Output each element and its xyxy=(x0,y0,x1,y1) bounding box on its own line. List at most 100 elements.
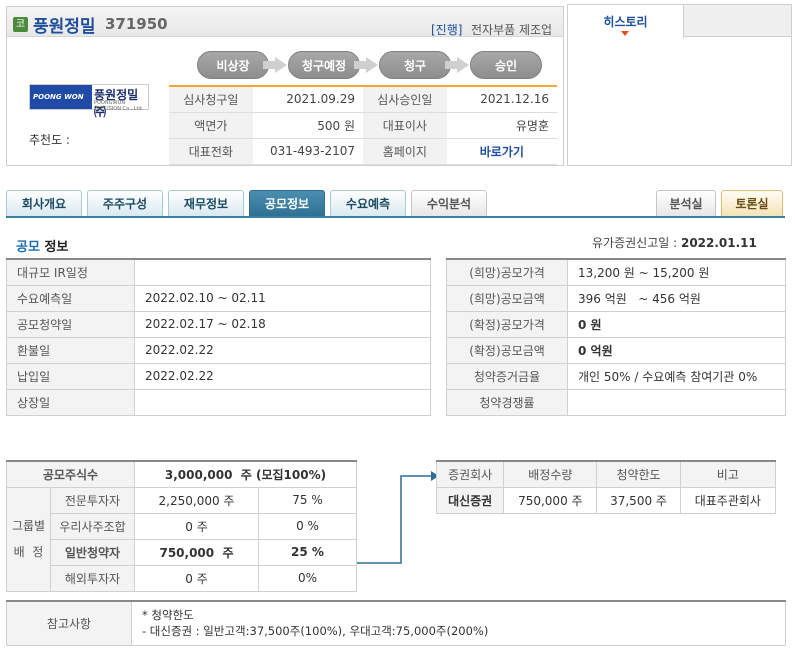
ipo-schedule-table: 대규모 IR일정 수요예측일 2022.02.10 ~ 02.11 공모청약일 20… xyxy=(6,258,431,416)
table-row: 해외투자자 0 주 0% xyxy=(7,564,357,592)
allocated-pct: 0% xyxy=(258,564,357,592)
section-title-rest: 정보 xyxy=(39,240,69,255)
info-row: 대표전화 031-493-2107 홈페이지 바로가기 xyxy=(169,138,557,165)
step-arrow-icon xyxy=(263,57,287,73)
step-arrow-icon xyxy=(354,57,378,73)
schedule-label: 납입일 xyxy=(6,362,135,390)
table-row: 납입일 2022.02.22 xyxy=(6,362,431,390)
filing-date-label: 유가증권신고일 : xyxy=(592,236,678,250)
investor-type: 일반청약자 xyxy=(50,538,135,566)
group-label-line2: 배 정 xyxy=(13,545,44,559)
filing-date: 2022.01.11 xyxy=(680,236,757,250)
column-header: 비고 xyxy=(679,460,777,488)
section-title-highlight: 공모 xyxy=(16,240,40,255)
info-row: 액면가 500 원 대표이사 유명훈 xyxy=(169,112,557,139)
pricing-label: (희망)공모가격 xyxy=(446,258,568,286)
ipo-pricing-table: (희망)공모가격 13,200 원 ~ 15,200 원 (희망)공모금액 396 … xyxy=(446,258,786,416)
review-request-date: 2021.09.29 xyxy=(252,85,363,113)
tab-divider xyxy=(6,216,785,218)
tab-return-analysis[interactable]: 수익분석 xyxy=(411,190,487,217)
allocated-shares: 0 주 xyxy=(134,564,259,592)
par-value: 500 원 xyxy=(252,112,363,139)
homepage-link[interactable]: 바로가기 xyxy=(480,145,524,159)
schedule-label: 대규모 IR일정 xyxy=(6,258,135,286)
tab-analysis-room[interactable]: 분석실 xyxy=(656,190,716,217)
schedule-label: 수요예측일 xyxy=(6,284,135,312)
table-row: 청약경쟁률 xyxy=(446,388,786,416)
filing-date-line: 유가증권신고일 : 2022.01.11 xyxy=(592,234,757,251)
pricing-value: 13,200 원 ~ 15,200 원 xyxy=(567,258,786,286)
pricing-value xyxy=(567,388,786,416)
total-shares-label: 공모주식수 xyxy=(6,460,135,488)
recommend-label: 추천도 : xyxy=(29,133,70,147)
history-panel: 히스토리 xyxy=(567,4,792,166)
step-unlisted: 비상장 xyxy=(197,51,269,79)
table-row: (확정)공모가격 0 원 xyxy=(446,310,786,338)
pricing-value: 396 억원 ~ 456 억원 xyxy=(567,284,786,312)
allocated-shares: 2,250,000 주 xyxy=(134,486,259,514)
table-row: 수요예측일 2022.02.10 ~ 02.11 xyxy=(6,284,431,312)
table-row: 공모청약일 2022.02.17 ~ 02.18 xyxy=(6,310,431,338)
step-approved: 승인 xyxy=(470,51,542,79)
history-tabstrip: 히스토리 xyxy=(568,5,791,38)
allocated-pct: 25 % xyxy=(258,538,357,566)
table-row: (희망)공모금액 396 억원 ~ 456 억원 xyxy=(446,284,786,312)
step-arrow-icon xyxy=(445,57,469,73)
par-value-label: 액면가 xyxy=(169,112,253,139)
company-name: 풍원정밀 xyxy=(33,17,96,37)
table-row: 일반청약자 750,000 주 25 % xyxy=(7,538,357,566)
caret-down-icon xyxy=(621,31,629,36)
table-row: 그룹별 배 정 전문투자자 2,250,000 주 75 % xyxy=(6,486,357,592)
pricing-label: (확정)공모가격 xyxy=(446,310,568,338)
connector-arrow-icon xyxy=(357,471,439,564)
table-row: (희망)공모가격 13,200 원 ~ 15,200 원 xyxy=(446,258,786,286)
review-request-label: 심사청구일 xyxy=(169,85,253,113)
schedule-value xyxy=(134,258,431,286)
notes-content: * 청약한도 - 대신증권 : 일반고객:37,500주(100%), 우대고객… xyxy=(131,600,786,646)
investor-type: 해외투자자 xyxy=(50,564,135,592)
allocated-pct: 75 % xyxy=(258,486,357,514)
table-row: 환불일 2022.02.22 xyxy=(6,336,431,364)
kosdaq-badge-icon: 코 xyxy=(13,17,28,32)
notes-label: 참고사항 xyxy=(6,600,132,646)
ceo-label: 대표이사 xyxy=(362,112,447,139)
underwriter-firm: 대신증권 xyxy=(435,486,505,514)
notes-line: - 대신증권 : 일반고객:37,500주(100%), 우대고객:75,000… xyxy=(142,624,489,639)
tab-company-overview[interactable]: 회사개요 xyxy=(6,190,82,217)
review-approval-label: 심사승인일 xyxy=(362,85,447,113)
table-row: 참고사항 * 청약한도 - 대신증권 : 일반고객:37,500주(100%),… xyxy=(6,600,786,646)
tab-ipo-info[interactable]: 공모정보 xyxy=(249,190,325,217)
group-allocation-label: 그룹별 배 정 xyxy=(6,486,51,592)
table-row: 상장일 xyxy=(6,388,431,416)
section-title: 공모 정보 xyxy=(16,236,68,255)
status-tag: [진행] xyxy=(431,23,463,37)
column-header: 증권회사 xyxy=(435,460,505,488)
info-row: 심사청구일 2021.09.29 심사승인일 2021.12.16 xyxy=(169,85,557,113)
logo-mark: POONG WON xyxy=(30,85,92,109)
table-row: 청약증거금율 개인 50% / 수요예측 참여기관 0% xyxy=(446,362,786,390)
allocated-shares: 0 주 xyxy=(134,512,259,540)
investor-type: 우리사주조합 xyxy=(50,512,135,540)
pricing-label: (희망)공모금액 xyxy=(446,284,568,312)
phone-label: 대표전화 xyxy=(169,138,253,165)
notes-line: * 청약한도 xyxy=(142,608,194,623)
tab-demand-forecast[interactable]: 수요예측 xyxy=(330,190,406,217)
schedule-value: 2022.02.22 xyxy=(134,336,431,364)
share-allocation-table: 공모주식수 3,000,000 주 (모집100%) 그룹별 배 정 전문투자자… xyxy=(6,460,357,592)
tab-financials[interactable]: 재무정보 xyxy=(168,190,244,217)
confirmed-amount: 0 억원 xyxy=(567,336,786,364)
notes-table: 참고사항 * 청약한도 - 대신증권 : 일반고객:37,500주(100%),… xyxy=(6,600,786,646)
table-row: 공모주식수 3,000,000 주 (모집100%) xyxy=(6,460,357,488)
total-shares-value: 3,000,000 주 (모집100%) xyxy=(134,460,357,488)
tab-shareholders[interactable]: 주주구성 xyxy=(87,190,163,217)
tab-discussion-room[interactable]: 토론실 xyxy=(721,190,783,217)
schedule-value: 2022.02.10 ~ 02.11 xyxy=(134,284,431,312)
schedule-label: 환불일 xyxy=(6,336,135,364)
history-tab-label: 히스토리 xyxy=(603,15,648,29)
pricing-label: 청약증거금율 xyxy=(446,362,568,390)
history-tab[interactable]: 히스토리 xyxy=(568,5,684,38)
homepage-label: 홈페이지 xyxy=(362,138,447,165)
underwriter-note: 대표주관회사 xyxy=(679,486,777,514)
company-info-table: 심사청구일 2021.09.29 심사승인일 2021.12.16 액면가 50… xyxy=(169,85,557,165)
company-code: 371950 xyxy=(105,15,168,33)
